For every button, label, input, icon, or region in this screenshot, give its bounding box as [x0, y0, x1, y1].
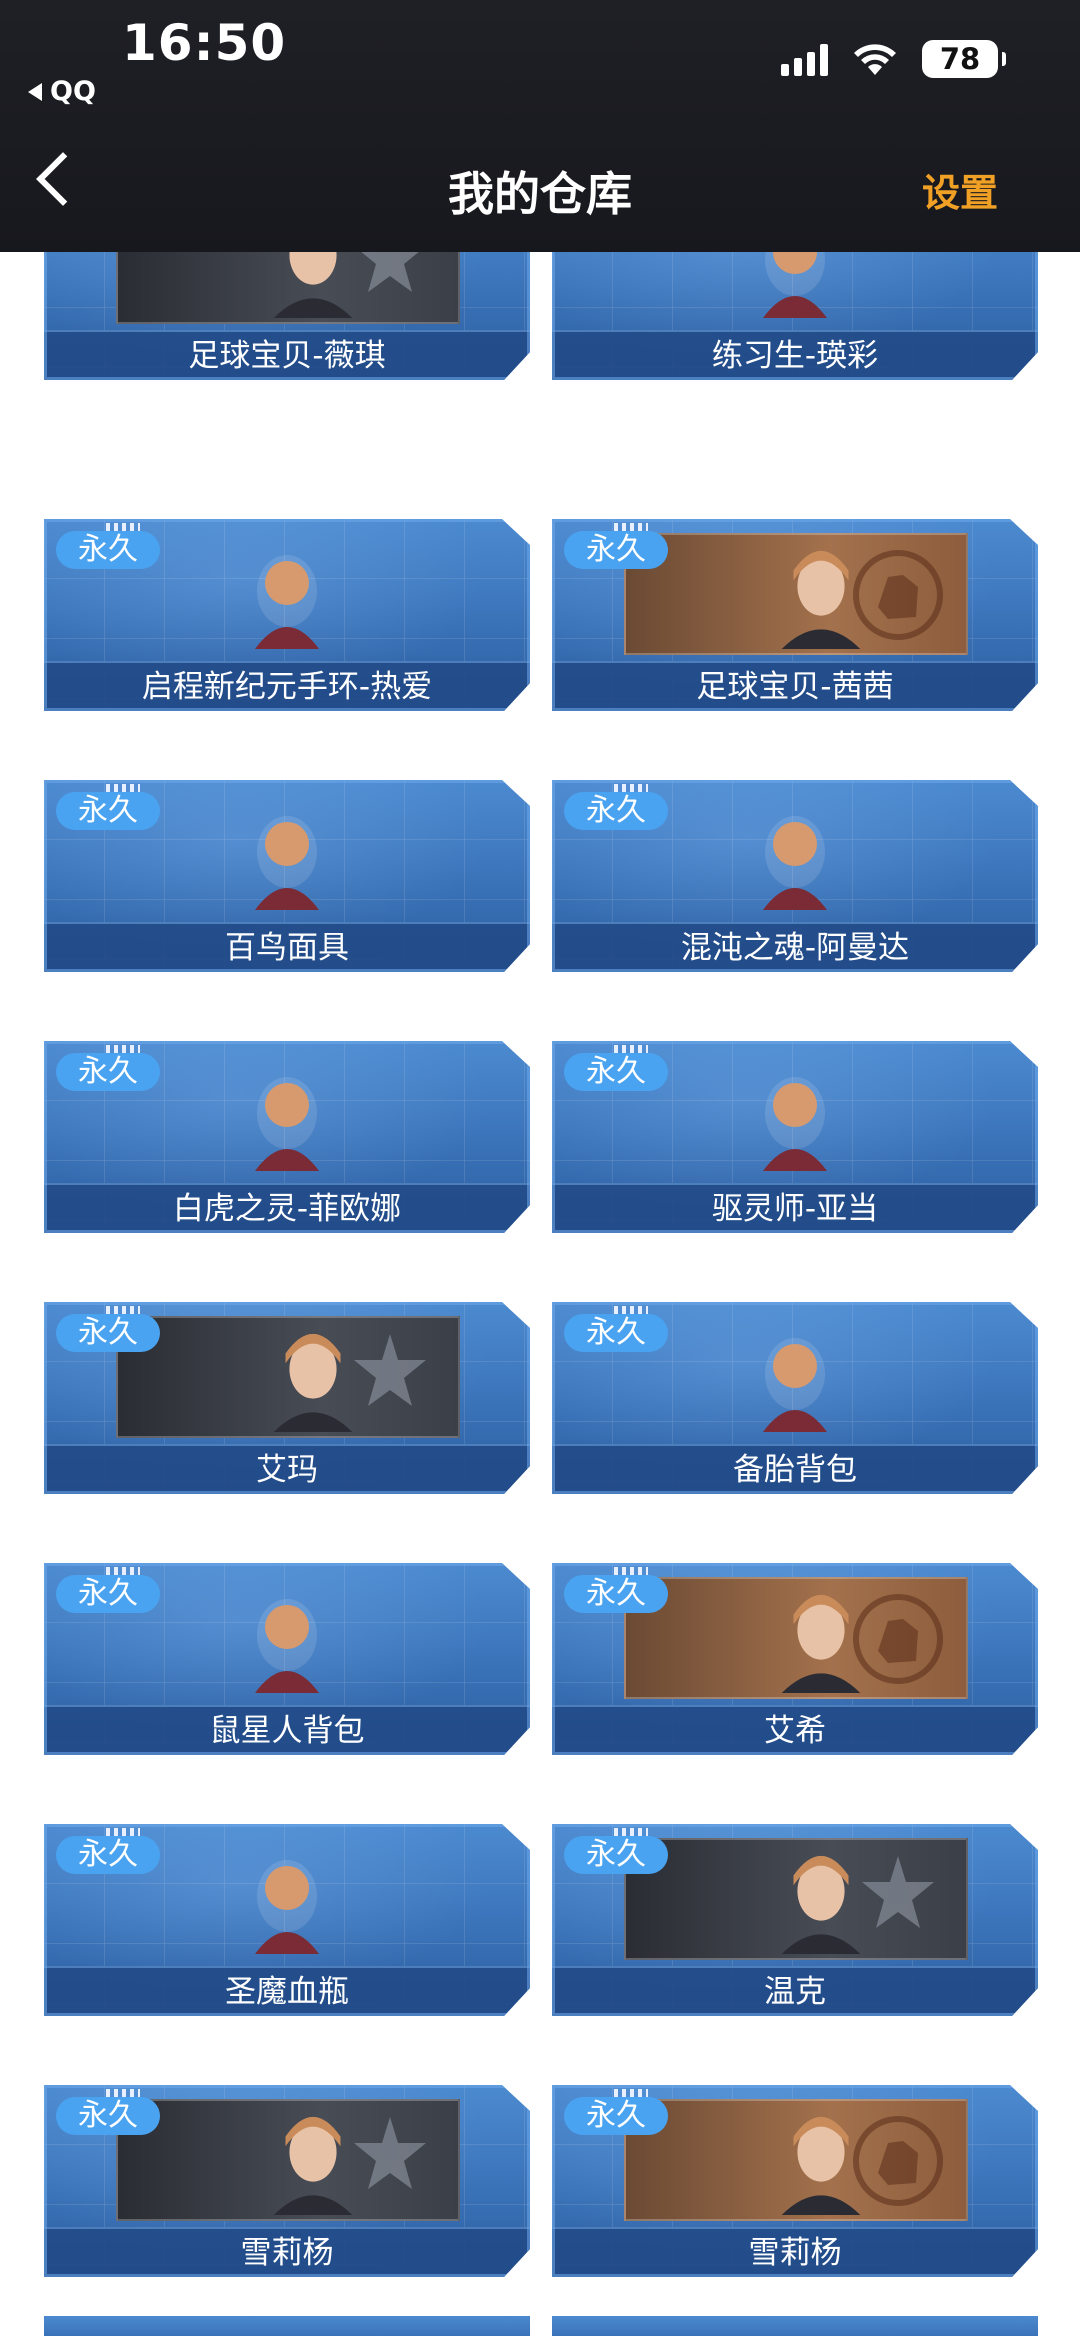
card-frame: [44, 1563, 530, 1755]
back-triangle-icon: [28, 82, 42, 101]
status-time: 16:50: [122, 14, 287, 72]
warehouse-item-card[interactable]: 永久 驱灵师-亚当: [552, 1041, 1038, 1233]
warehouse-item-card[interactable]: 永久 圣魔血瓶: [44, 1824, 530, 2016]
warehouse-item-card[interactable]: 永久 启程新纪元手环-热爱: [44, 519, 530, 711]
back-to-app-link[interactable]: QQ: [28, 76, 96, 107]
warehouse-item-card[interactable]: 永久 白虎之灵-菲欧娜: [44, 1041, 530, 1233]
card-frame: [552, 1563, 1038, 1755]
warehouse-item-card[interactable]: 永久 艾希: [552, 1563, 1038, 1755]
card-frame: [44, 2085, 530, 2277]
warehouse-item-card[interactable]: 永久 百鸟面具: [44, 780, 530, 972]
warehouse-item-card[interactable]: 永久 混沌之魂-阿曼达: [552, 780, 1038, 972]
warehouse-grid: 永久足球宝贝-薇琪永久练习生-瑛彩永久启程新纪元手环-热爱永久足球宝贝-茜茜永久…: [0, 0, 1080, 2336]
card-frame: [552, 780, 1038, 972]
card-frame: [44, 519, 530, 711]
status-icons: 78: [781, 40, 1006, 78]
card-frame: [44, 1302, 530, 1494]
page-title: 我的仓库: [448, 167, 632, 221]
warehouse-item-card[interactable]: 永久 雪莉杨: [552, 2085, 1038, 2277]
next-row-card-peek-left: [44, 2316, 530, 2336]
wifi-icon: [854, 44, 896, 75]
card-frame: [552, 1041, 1038, 1233]
warehouse-item-card[interactable]: 永久 鼠星人背包: [44, 1563, 530, 1755]
settings-button[interactable]: 设置: [922, 162, 998, 217]
card-frame: [44, 1824, 530, 2016]
battery-level: 78: [939, 42, 981, 76]
warehouse-item-card[interactable]: 永久 雪莉杨: [44, 2085, 530, 2277]
card-frame: [552, 519, 1038, 711]
warehouse-item-card[interactable]: 永久 备胎背包: [552, 1302, 1038, 1494]
card-frame: [44, 780, 530, 972]
cellular-signal-icon: [781, 42, 828, 76]
card-frame: [552, 2085, 1038, 2277]
warehouse-item-card[interactable]: 永久 艾玛: [44, 1302, 530, 1494]
card-frame: [552, 1302, 1038, 1494]
card-frame: [552, 1824, 1038, 2016]
card-frame: [44, 1041, 530, 1233]
warehouse-item-card[interactable]: 永久 温克: [552, 1824, 1038, 2016]
back-app-label: QQ: [50, 76, 96, 107]
top-bar: 16:50 QQ 78 我的仓库 设置: [0, 0, 1080, 252]
warehouse-item-card[interactable]: 永久 足球宝贝-茜茜: [552, 519, 1038, 711]
next-row-card-peek-right: [552, 2316, 1038, 2336]
battery-icon: 78: [922, 40, 1006, 78]
